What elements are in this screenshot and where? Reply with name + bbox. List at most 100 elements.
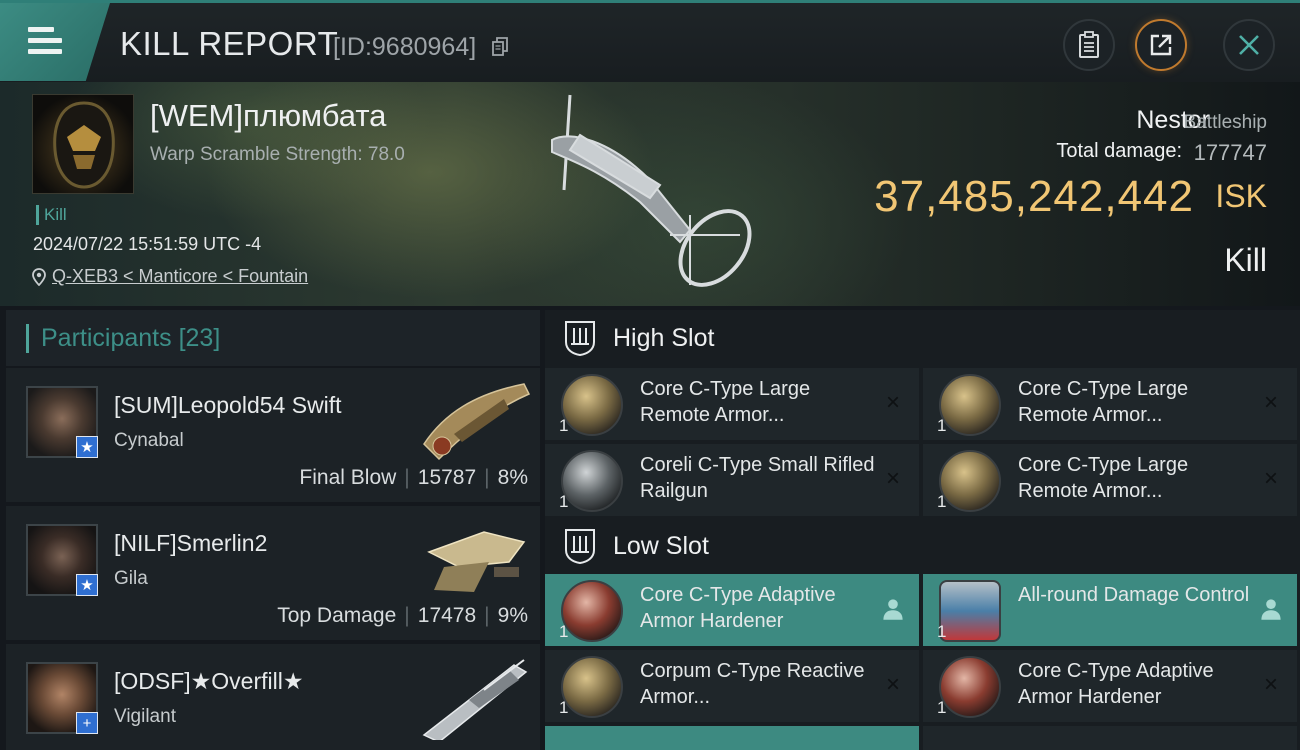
participant-ship: Gila bbox=[114, 568, 148, 589]
module-item[interactable]: 1 Core C-Type Adaptive Armor Hardener bbox=[545, 574, 919, 646]
kill-location[interactable]: Q-XEB3 < Manticore < Fountain bbox=[32, 266, 308, 287]
avatar[interactable]: + bbox=[26, 662, 98, 734]
location-link[interactable]: Q-XEB3 < Manticore < Fountain bbox=[52, 266, 308, 287]
low-slot-header: Low Slot bbox=[545, 518, 1300, 574]
copy-icon[interactable] bbox=[492, 37, 508, 57]
module-name: All-round Damage Control bbox=[1018, 584, 1250, 606]
victim-portrait[interactable] bbox=[32, 94, 134, 194]
participant-row[interactable]: ★ [SUM]Leopold54 Swift Cynabal Final Blo… bbox=[6, 368, 540, 502]
warp-scramble-strength: Warp Scramble Strength: 78.0 bbox=[150, 144, 405, 165]
clipboard-icon bbox=[1079, 31, 1099, 58]
share-icon bbox=[1150, 34, 1172, 56]
reactive-armor-icon bbox=[561, 656, 623, 718]
module-quantity: 1 bbox=[559, 416, 569, 435]
destroyed-icon: × bbox=[1263, 389, 1278, 416]
module-name: Core C-Type Large Remote Armor... bbox=[1018, 378, 1189, 426]
low-slot-icon bbox=[565, 529, 595, 564]
participant-row[interactable]: + [ODSF]★Overfill★ Vigilant bbox=[6, 644, 540, 750]
victim-ship-image bbox=[551, 94, 752, 287]
clipboard-button[interactable] bbox=[1063, 19, 1115, 71]
module-item-partial[interactable] bbox=[923, 726, 1297, 750]
module-name: Core C-Type Adaptive Armor Hardener bbox=[1018, 660, 1214, 708]
total-damage-value: 177747 bbox=[1193, 140, 1267, 165]
module-item[interactable]: 1 Core C-Type Large Remote Armor... × bbox=[923, 444, 1297, 516]
participant-stats: Top Damage | 17478 | 9% bbox=[277, 604, 528, 628]
high-slot-icon bbox=[565, 321, 595, 356]
module-name: Corpum C-Type Reactive Armor... bbox=[640, 660, 865, 708]
plus-badge-icon: + bbox=[76, 712, 98, 734]
module-name: Core C-Type Large Remote Armor... bbox=[640, 378, 811, 426]
participant-ship-image bbox=[423, 383, 531, 461]
participant-role: Top Damage bbox=[277, 604, 397, 627]
avatar[interactable]: ★ bbox=[26, 524, 98, 596]
module-name: Core C-Type Adaptive Armor Hardener bbox=[640, 584, 836, 632]
module-quantity: 1 bbox=[937, 492, 947, 511]
participant-role: Final Blow bbox=[299, 466, 397, 489]
report-id: [ID:9680964] bbox=[333, 33, 477, 61]
participant-ship-image bbox=[422, 659, 528, 740]
isk-value: 37,485,242,442 bbox=[874, 172, 1194, 221]
participant-ship: Cynabal bbox=[114, 430, 184, 451]
avatar[interactable]: ★ bbox=[26, 386, 98, 458]
dropped-person-icon bbox=[1261, 599, 1281, 620]
stat-divider: | bbox=[484, 604, 490, 627]
stat-divider: | bbox=[484, 466, 490, 489]
page-title: KILL REPORT bbox=[120, 25, 339, 62]
module-item[interactable]: 1 All-round Damage Control bbox=[923, 574, 1297, 646]
helmet-icon bbox=[53, 101, 115, 189]
star-badge-icon: ★ bbox=[76, 574, 98, 596]
participant-ship: Vigilant bbox=[114, 706, 176, 727]
hamburger-icon bbox=[28, 27, 62, 55]
participant-name: [NILF]Smerlin2 bbox=[114, 530, 268, 556]
location-pin-icon bbox=[32, 267, 46, 286]
armor-hardener-icon bbox=[939, 656, 1001, 718]
close-icon bbox=[1239, 35, 1259, 55]
participants-count: [23] bbox=[178, 324, 221, 352]
stat-divider: | bbox=[404, 466, 410, 489]
destroyed-icon: × bbox=[1263, 465, 1278, 492]
module-item[interactable]: 1 Corpum C-Type Reactive Armor... × bbox=[545, 650, 919, 722]
destroyed-icon: × bbox=[885, 389, 900, 416]
participant-row[interactable]: ★ [NILF]Smerlin2 Gila Top Damage | 17478… bbox=[6, 506, 540, 640]
total-damage-label: Total damage: bbox=[1056, 140, 1182, 162]
participant-percent: 9% bbox=[497, 604, 528, 627]
kill-datetime: 2024/07/22 15:51:59 UTC -4 bbox=[33, 234, 262, 254]
victim-summary: [WEM]плюмбата Warp Scramble Strength: 78… bbox=[0, 82, 1300, 306]
destroyed-icon: × bbox=[885, 465, 900, 492]
module-name: Coreli C-Type Small Rifled Railgun bbox=[640, 454, 875, 502]
participant-ship-image bbox=[427, 531, 526, 592]
module-quantity: 1 bbox=[937, 416, 947, 435]
remote-armor-repairer-icon bbox=[939, 374, 1001, 436]
share-button[interactable] bbox=[1135, 19, 1187, 71]
menu-button[interactable] bbox=[0, 3, 110, 81]
module-quantity: 1 bbox=[559, 492, 569, 511]
isk-unit: ISK bbox=[1215, 178, 1267, 214]
top-bar: KILL REPORT [ID:9680964] bbox=[0, 0, 1300, 82]
remote-armor-repairer-icon bbox=[561, 374, 623, 436]
dropped-person-icon bbox=[883, 599, 903, 620]
module-item[interactable]: 1 Core C-Type Large Remote Armor... × bbox=[545, 368, 919, 440]
participant-stats: Final Blow | 15787 | 8% bbox=[299, 466, 528, 490]
module-item[interactable]: 1 Coreli C-Type Small Rifled Railgun × bbox=[545, 444, 919, 516]
module-item[interactable]: 1 Core C-Type Adaptive Armor Hardener × bbox=[923, 650, 1297, 722]
module-item[interactable]: 1 Core C-Type Large Remote Armor... × bbox=[923, 368, 1297, 440]
participant-name: [SUM]Leopold54 Swift bbox=[114, 392, 342, 418]
module-item-partial[interactable] bbox=[545, 726, 919, 750]
close-button[interactable] bbox=[1223, 19, 1275, 71]
victim-name[interactable]: [WEM]плюмбата bbox=[150, 98, 386, 134]
module-quantity: 1 bbox=[559, 698, 569, 717]
participants-header[interactable]: Participants [23] bbox=[6, 310, 540, 366]
low-slot-title: Low Slot bbox=[613, 532, 709, 560]
module-quantity: 1 bbox=[937, 698, 947, 717]
high-slot-header: High Slot bbox=[545, 310, 1300, 366]
armor-hardener-icon bbox=[561, 580, 623, 642]
star-badge-icon: ★ bbox=[76, 436, 98, 458]
remote-armor-repairer-icon bbox=[939, 450, 1001, 512]
participant-percent: 8% bbox=[497, 466, 528, 489]
participant-name: [ODSF]★Overfill★ bbox=[114, 668, 304, 694]
high-slot-title: High Slot bbox=[613, 324, 715, 352]
module-quantity: 1 bbox=[559, 622, 569, 641]
participant-damage: 17478 bbox=[417, 604, 477, 627]
stat-divider: | bbox=[404, 604, 410, 627]
damage-control-icon bbox=[939, 580, 1001, 642]
